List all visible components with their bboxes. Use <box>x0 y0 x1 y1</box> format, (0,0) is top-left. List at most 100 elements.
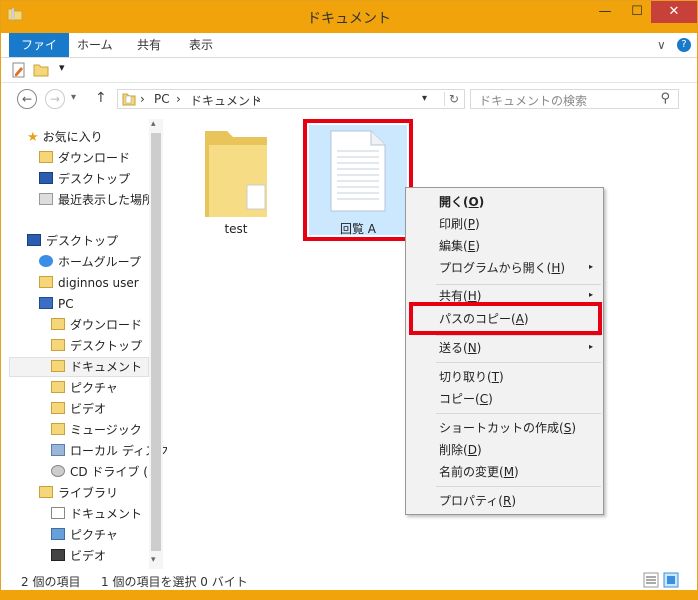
back-button[interactable]: ← <box>17 89 37 109</box>
breadcrumb-separator[interactable]: › <box>176 92 181 106</box>
menu-item-open[interactable]: 開く(O) <box>439 192 484 212</box>
nav-cd-drive[interactable]: CD ドライブ (D: <box>51 462 161 482</box>
menu-separator <box>436 335 601 336</box>
menu-item-properties[interactable]: プロパティ(R) <box>439 491 516 511</box>
menu-item-edit[interactable]: 編集(E) <box>439 236 480 256</box>
nav-pc-music[interactable]: ミュージック <box>51 420 142 440</box>
nav-lib-documents[interactable]: ドキュメント <box>51 504 142 524</box>
close-button[interactable]: ✕ <box>651 1 697 23</box>
search-icon[interactable]: ⚲ <box>660 91 670 106</box>
nav-pc-videos[interactable]: ビデオ <box>51 399 106 419</box>
nav-pc-pictures[interactable]: ピクチャ <box>51 378 118 398</box>
desktop-icon <box>27 234 41 246</box>
qat-customize-button[interactable]: ▾ <box>59 61 65 74</box>
details-view-icon[interactable] <box>643 572 659 588</box>
breadcrumb-pc[interactable]: PC <box>154 92 170 106</box>
address-history-button[interactable]: ▾ <box>422 93 427 104</box>
scroll-thumb[interactable] <box>151 133 161 551</box>
music-folder-icon <box>51 423 65 435</box>
tab-view[interactable]: 表示 <box>179 33 223 57</box>
menu-item-send-to[interactable]: 送る(N) <box>439 338 481 358</box>
breadcrumb-separator[interactable]: › <box>140 92 145 106</box>
nav-homegroup[interactable]: ホームグループ <box>39 252 141 272</box>
navigation-bar: ← → ▾ ↑ › PC › ドキュメント › ▾ ↻ ドキュメントの検索 ⚲ <box>1 83 697 115</box>
menu-item-open-with[interactable]: プログラムから開く(H) <box>439 258 565 278</box>
nav-favorites[interactable]: ★ お気に入り <box>27 127 103 147</box>
submenu-arrow-icon: ▸ <box>588 290 593 299</box>
nav-pc-documents[interactable]: ドキュメント <box>51 357 142 377</box>
scroll-down-button[interactable]: ▾ <box>151 555 156 565</box>
ribbon-tabs: ファイル ホーム 共有 表示 ∨ ? <box>1 33 697 76</box>
recent-places-icon <box>39 193 53 205</box>
new-folder-icon[interactable] <box>33 62 49 78</box>
status-bar: 2 個の項目 1 個の項目を選択 0 バイト <box>1 569 697 591</box>
search-box[interactable]: ドキュメントの検索 ⚲ <box>470 89 679 109</box>
menu-item-copy[interactable]: コピー(C) <box>439 389 493 409</box>
nav-downloads[interactable]: ダウンロード <box>39 148 130 168</box>
pictures-library-icon <box>51 528 65 540</box>
submenu-arrow-icon: ▸ <box>588 342 593 351</box>
help-button[interactable]: ? <box>677 38 691 52</box>
minimize-button[interactable]: — <box>589 1 621 23</box>
desktop-folder-icon <box>51 339 65 351</box>
file-highlight-box <box>303 119 413 241</box>
scroll-up-button[interactable]: ▴ <box>151 119 156 129</box>
desktop-icon <box>39 172 53 184</box>
nav-recent-places[interactable]: 最近表示した場所 <box>39 190 154 210</box>
forward-button[interactable]: → <box>45 89 65 109</box>
breadcrumb-separator[interactable]: › <box>256 92 261 106</box>
star-icon: ★ <box>27 130 39 145</box>
menu-item-cut[interactable]: 切り取り(T) <box>439 367 504 387</box>
download-folder-icon <box>39 151 53 163</box>
nav-pc-downloads[interactable]: ダウンロード <box>51 315 142 335</box>
nav-libraries[interactable]: ライブラリ <box>39 483 118 503</box>
nav-pane-scrollbar[interactable]: ▴ ▾ <box>149 119 163 569</box>
navigation-pane: ★ お気に入り ダウンロード デスクトップ 最近表示した場所 デスクトップ ホーム… <box>1 117 169 569</box>
ribbon-collapse-button[interactable]: ∨ <box>657 33 666 57</box>
maximize-button[interactable]: ☐ <box>621 1 653 23</box>
copy-path-highlight-box <box>409 302 602 335</box>
menu-separator <box>436 486 601 487</box>
tab-file[interactable]: ファイル <box>9 33 69 76</box>
folder-icon <box>205 131 267 217</box>
nav-user[interactable]: diginnos user <box>39 273 139 293</box>
nav-pc[interactable]: PC <box>39 294 74 314</box>
title-bar[interactable]: ドキュメント — ☐ ✕ <box>1 1 697 33</box>
tab-share[interactable]: 共有 <box>127 33 171 57</box>
menu-item-rename[interactable]: 名前の変更(M) <box>439 462 519 482</box>
nav-lib-videos[interactable]: ビデオ <box>51 546 106 566</box>
file-name: test <box>224 222 248 236</box>
menu-item-create-shortcut[interactable]: ショートカットの作成(S) <box>439 418 576 438</box>
nav-lib-pictures[interactable]: ピクチャ <box>51 525 118 545</box>
refresh-button[interactable]: ↻ <box>444 92 459 106</box>
properties-icon[interactable] <box>11 62 27 78</box>
status-selection: 1 個の項目を選択 0 バイト <box>101 575 248 589</box>
nav-pc-desktop[interactable]: デスクトップ <box>51 336 142 356</box>
explorer-window: ドキュメント — ☐ ✕ ファイル ホーム 共有 表示 ∨ ? ▾ ← → ▾ … <box>0 0 698 600</box>
documents-folder-icon <box>51 360 65 372</box>
context-menu: 開く(O) 印刷(P) 編集(E) プログラムから開く(H) ▸ 共有(H) ▸… <box>405 187 604 515</box>
nav-desktop[interactable]: デスクトップ <box>27 231 118 251</box>
large-icons-view-icon[interactable] <box>663 572 679 588</box>
breadcrumb-documents[interactable]: ドキュメント <box>190 92 262 109</box>
pictures-folder-icon <box>51 381 65 393</box>
search-placeholder: ドキュメントの検索 <box>479 94 588 108</box>
menu-separator <box>436 362 601 363</box>
tab-home[interactable]: ホーム <box>67 33 123 57</box>
documents-library-icon <box>51 507 65 519</box>
pc-icon <box>39 297 53 309</box>
address-bar[interactable]: › PC › ドキュメント › ▾ ↻ <box>117 89 465 109</box>
local-disk-icon <box>51 444 65 456</box>
file-item-test[interactable]: test <box>191 123 281 236</box>
videos-library-icon <box>51 549 65 561</box>
window-frame-bottom <box>0 590 698 600</box>
nav-desktop-fav[interactable]: デスクトップ <box>39 169 130 189</box>
videos-folder-icon <box>51 402 65 414</box>
recent-locations-button[interactable]: ▾ <box>71 92 76 103</box>
download-folder-icon <box>51 318 65 330</box>
quick-access-toolbar: ▾ <box>1 58 697 83</box>
menu-item-print[interactable]: 印刷(P) <box>439 214 480 234</box>
menu-item-delete[interactable]: 削除(D) <box>439 440 482 460</box>
up-button[interactable]: ↑ <box>95 90 107 106</box>
cd-drive-icon <box>51 465 65 477</box>
